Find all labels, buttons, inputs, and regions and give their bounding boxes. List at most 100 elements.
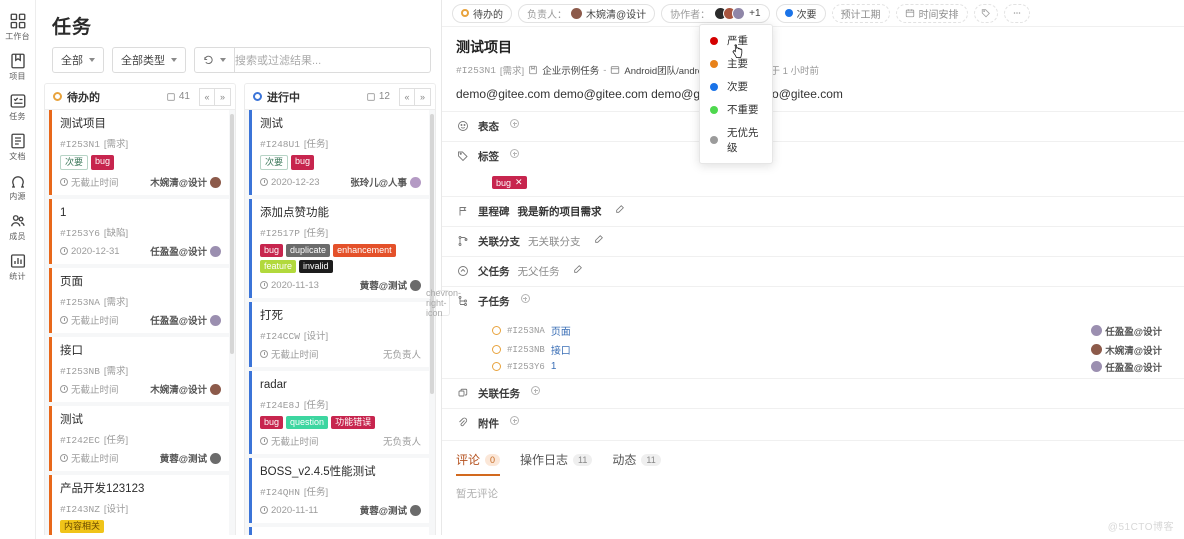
tab-dynamics[interactable]: 动态 11 <box>612 451 661 476</box>
edit-icon[interactable] <box>573 264 583 276</box>
scope-filter-dropdown[interactable]: 全部 <box>52 47 104 73</box>
assignee-selector[interactable]: 负责人： 木婉清@设计 <box>518 3 656 23</box>
task-due: 2020-11-11 <box>260 505 318 516</box>
task-card[interactable]: 测试 #I248U1 [任务] 次要 bug 2020-12-23 张玲儿@人事 <box>249 110 429 195</box>
column-move-right-button[interactable]: » <box>215 87 231 106</box>
doc-icon <box>10 133 25 149</box>
task-card[interactable]: 测试项目 #I253N1 [需求] 次要 bug 无截止时间 木婉清@设计 <box>49 110 229 195</box>
task-card-tags: 次要 bug <box>60 155 221 170</box>
priority-option-label: 次要 <box>727 81 748 93</box>
tab-comments[interactable]: 评论 0 <box>456 451 501 476</box>
edit-icon[interactable] <box>615 204 625 216</box>
add-label-button[interactable] <box>510 149 519 158</box>
sidebar-item-innersource[interactable]: 内源 <box>0 166 36 206</box>
task-card[interactable]: 1 #I253Y6 [缺陷] 2020-12-31 任盈盈@设计 <box>49 199 229 264</box>
tag-button[interactable] <box>973 3 998 23</box>
sidebar-item-label: 任务 <box>9 112 26 121</box>
task-tag[interactable]: 次要 <box>60 155 89 170</box>
more-button[interactable] <box>1003 3 1030 23</box>
task-tag[interactable]: bug <box>260 416 284 429</box>
panel-collapse-handle[interactable]: chevron-right-icon <box>426 288 461 318</box>
task-card[interactable]: 产品开发123123 #I243NZ[设计] 内容相关 2020-11-13 码… <box>49 475 229 539</box>
column-move-left-button[interactable]: « <box>399 87 415 106</box>
related-task-label: 关联任务 <box>478 388 520 400</box>
task-card[interactable]: 测试 #I242EC [任务] 无截止时间 黄蓉@测试 <box>49 406 229 471</box>
schedule-button[interactable]: 时间安排 <box>895 3 968 23</box>
column-move-right-button[interactable]: » <box>415 87 431 106</box>
subtask-item[interactable]: #I253NB 接口 木婉清@设计 <box>470 340 1170 359</box>
task-card[interactable]: 添加点赞功能 #I2517P [任务] bug duplicate enhance… <box>249 199 429 298</box>
add-related-task-button[interactable] <box>531 386 540 395</box>
priority-option-trivial[interactable]: 不重要 <box>700 98 772 121</box>
sidebar-item-projects[interactable]: 项目 <box>0 46 36 86</box>
empty-comment-text: 暂无评论 <box>456 488 498 500</box>
task-due: 无截止时间 <box>260 434 319 448</box>
milestone-value[interactable]: 我是新的项目需求 <box>518 204 602 219</box>
column-scrollbar[interactable] <box>230 114 234 354</box>
task-tag[interactable]: 功能错误 <box>331 416 376 429</box>
subtask-name[interactable]: 接口 <box>551 342 571 357</box>
task-tag[interactable]: bug <box>291 155 315 170</box>
column-body[interactable]: 测试 #I248U1 [任务] 次要 bug 2020-12-23 张玲儿@人事 … <box>245 110 435 539</box>
label-chip[interactable]: bug ✕ <box>492 176 527 189</box>
task-card[interactable]: 打死 #I24CCW [设计] 无截止时间 无负责人 <box>249 302 429 367</box>
priority-selector[interactable]: 次要 <box>775 3 826 23</box>
sidebar-item-members[interactable]: 成员 <box>0 206 36 246</box>
add-subtask-button[interactable] <box>520 294 530 303</box>
task-card[interactable]: 接口 #I253NB [需求] 无截止时间 木婉清@设计 <box>49 337 229 402</box>
sidebar-item-label: 统计 <box>9 272 26 281</box>
task-tag[interactable]: 次要 <box>260 155 289 170</box>
sidebar-item-tasks[interactable]: 任务 <box>0 86 36 126</box>
column-move-left-button[interactable]: « <box>199 87 215 106</box>
type-filter-dropdown[interactable]: 全部类型 <box>112 47 186 73</box>
type-filter-label: 全部类型 <box>121 55 165 67</box>
parent-icon <box>456 264 470 277</box>
tab-activity-log[interactable]: 操作日志 11 <box>520 451 593 476</box>
task-tag[interactable]: bug <box>260 244 284 257</box>
clock-icon <box>260 350 268 358</box>
subtask-name[interactable]: 页面 <box>551 323 571 338</box>
collaborator-selector[interactable]: 协作者： +1 <box>661 3 770 23</box>
priority-option-major[interactable]: 主要 <box>700 52 772 75</box>
clock-icon <box>260 506 268 514</box>
branch-value[interactable]: 无关联分支 <box>528 234 581 249</box>
sidebar-item-docs[interactable]: 文档 <box>0 126 36 166</box>
task-tag[interactable]: question <box>286 416 329 429</box>
priority-option-minor[interactable]: 次要 <box>700 75 772 98</box>
sidebar-item-workbench[interactable]: 工作台 <box>0 6 36 46</box>
task-card[interactable]: BOSS_v2.4.5性能测试 #I24QHN [任务] 2020-11-11 黄… <box>249 458 429 523</box>
task-tag[interactable]: invalid <box>299 260 333 273</box>
task-tag[interactable]: feature <box>260 260 297 273</box>
task-tag[interactable]: duplicate <box>286 244 331 257</box>
column-body[interactable]: 测试项目 #I253N1[需求] 次要 bug 无截止时间 木婉清@设计 1 <box>45 110 235 539</box>
task-card-meta: #I253Y6 [缺陷] <box>60 225 221 239</box>
edit-icon[interactable] <box>594 234 604 246</box>
branch-icon <box>456 234 470 247</box>
subtask-name[interactable]: 1 <box>551 361 557 372</box>
priority-option-critical[interactable]: 严重 <box>700 29 772 52</box>
priority-dot-icon <box>710 136 718 144</box>
priority-option-none[interactable]: 无优先级 <box>700 121 772 159</box>
reaction-row[interactable]: 表态 <box>442 111 1184 141</box>
column-scrollbar[interactable] <box>430 114 434 394</box>
task-card-title: 添加点赞功能 <box>260 207 329 219</box>
parent-task-value[interactable]: 无父任务 <box>518 264 560 279</box>
subtask-item[interactable]: #I253NA 页面 任盈盈@设计 <box>470 321 1170 340</box>
subtask-item[interactable]: #I253Y6 1 任盈盈@设计 <box>470 359 1170 374</box>
close-icon[interactable]: ✕ <box>515 177 523 188</box>
add-reaction-button[interactable] <box>510 119 519 128</box>
task-card[interactable]: radar #I24E8J [任务] bug question 功能错误 无截止时… <box>249 371 429 454</box>
task-tag[interactable]: bug <box>91 155 115 170</box>
estimate-button[interactable]: 预计工期 <box>831 3 890 23</box>
task-tag[interactable]: enhancement <box>333 244 396 257</box>
search-input[interactable]: 搜索或过滤结果... <box>227 47 431 73</box>
sidebar-item-stats[interactable]: 统计 <box>0 246 36 286</box>
task-card[interactable]: 页面 #I253NA [需求] 无截止时间 任盈盈@设计 <box>49 268 229 333</box>
task-card-meta: #I24E8J [任务] <box>260 397 421 411</box>
add-attachment-button[interactable] <box>510 416 519 425</box>
status-badge[interactable]: 待办的 <box>452 3 512 23</box>
project-link[interactable]: 企业示例任务 <box>542 63 599 77</box>
tag-icon <box>981 9 990 18</box>
task-tag[interactable]: 内容相关 <box>60 520 105 533</box>
subtask-id: #I253NB <box>507 344 545 355</box>
